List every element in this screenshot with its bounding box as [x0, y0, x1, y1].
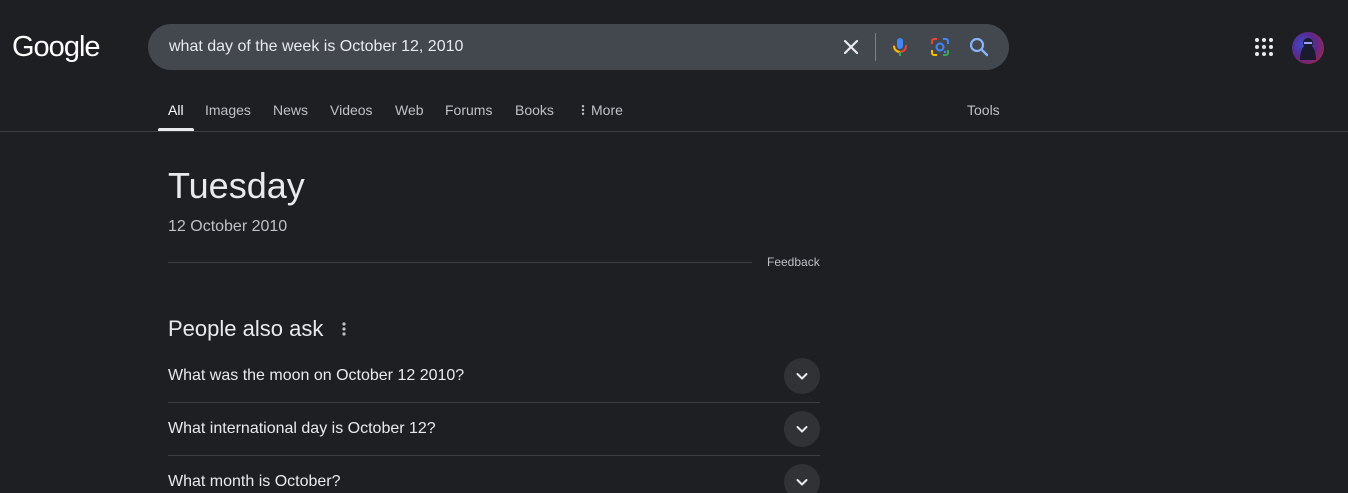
chevron-down-icon[interactable]: [784, 464, 820, 493]
lens-icon[interactable]: [928, 35, 952, 59]
people-also-ask-title: People also ask: [168, 316, 324, 341]
search-input[interactable]: what day of the week is October 12, 2010: [169, 38, 463, 56]
more-vert-icon: [581, 105, 585, 115]
feedback-link[interactable]: Feedback: [767, 255, 820, 269]
paa-question[interactable]: What international day is October 12?: [168, 403, 820, 455]
search-box[interactable]: what day of the week is October 12, 2010: [148, 24, 1009, 70]
search-results-page: Google what day of the week is October 1…: [0, 0, 1348, 493]
tab-more-label: More: [591, 102, 623, 118]
paa-question[interactable]: What was the moon on October 12 2010?: [168, 350, 820, 402]
paa-question-text: What was the moon on October 12 2010?: [168, 367, 465, 384]
apps-grid-icon[interactable]: [1252, 35, 1276, 59]
more-options-icon[interactable]: [337, 321, 351, 337]
tools-button[interactable]: Tools: [967, 100, 1000, 120]
tabs-divider: [0, 131, 1348, 132]
tab-images[interactable]: Images: [205, 100, 251, 120]
tab-more[interactable]: More: [580, 100, 623, 120]
chevron-down-icon[interactable]: [784, 358, 820, 394]
close-icon[interactable]: [839, 35, 863, 59]
search-tabs: All Images News Videos Web Forums Books …: [0, 100, 1348, 132]
tab-videos[interactable]: Videos: [330, 100, 373, 120]
microphone-icon[interactable]: [888, 35, 912, 59]
google-logo[interactable]: Google: [12, 30, 101, 64]
feedback-divider: [168, 262, 752, 263]
avatar[interactable]: [1292, 32, 1324, 64]
tab-forums[interactable]: Forums: [445, 100, 492, 120]
tab-news[interactable]: News: [273, 100, 308, 120]
chevron-down-icon[interactable]: [784, 411, 820, 447]
search-divider: [875, 33, 876, 61]
search-icon[interactable]: [967, 35, 991, 59]
paa-question[interactable]: What month is October?: [168, 456, 820, 493]
answer-day: Tuesday: [168, 165, 305, 206]
tab-web[interactable]: Web: [395, 100, 424, 120]
paa-question-text: What month is October?: [168, 473, 341, 490]
answer-date: 12 October 2010: [168, 218, 288, 235]
paa-question-text: What international day is October 12?: [168, 420, 436, 437]
tab-all[interactable]: All: [168, 100, 184, 120]
tab-books[interactable]: Books: [515, 100, 554, 120]
